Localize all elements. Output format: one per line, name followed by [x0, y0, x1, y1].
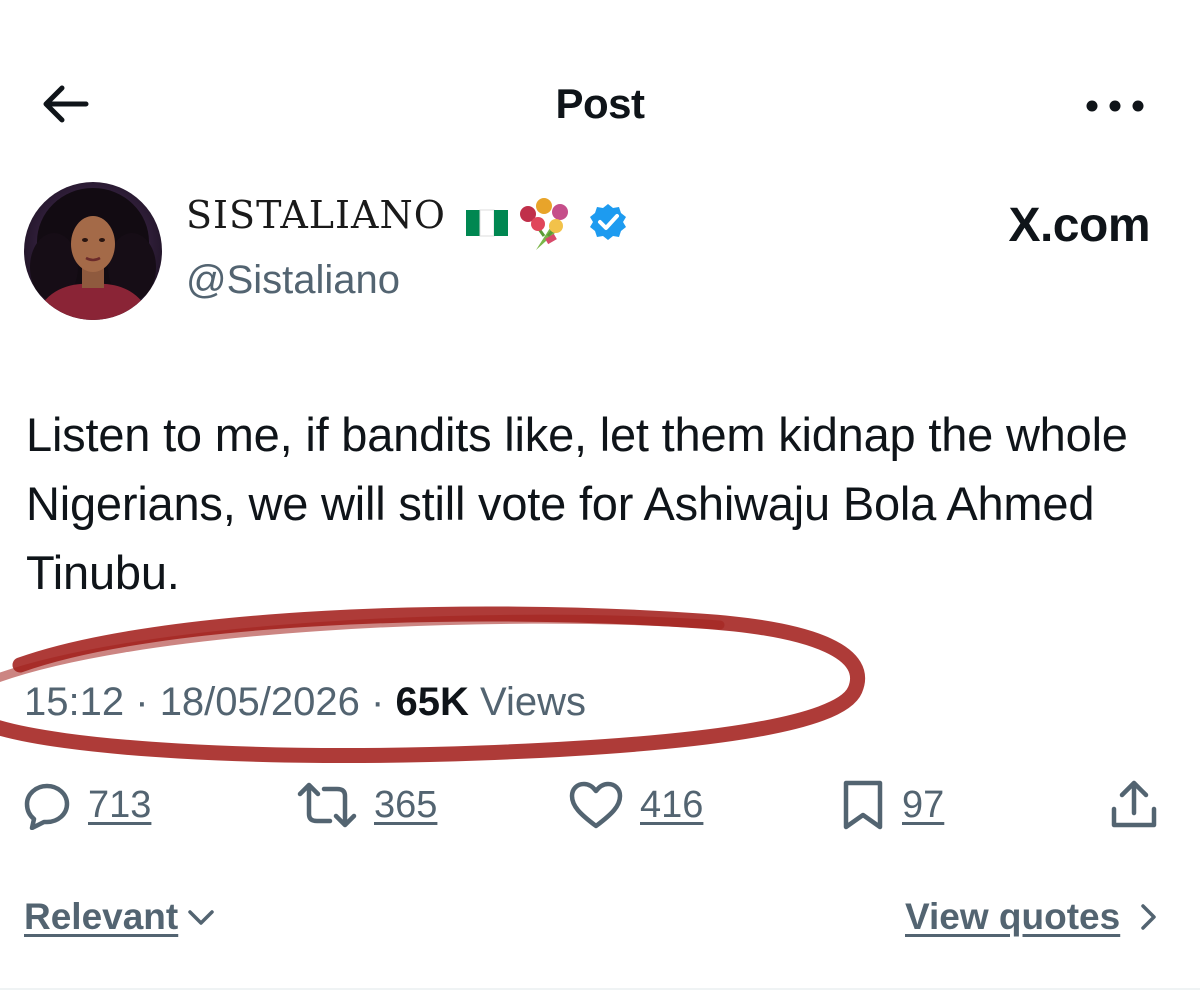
reply-button[interactable]: 713 [22, 770, 151, 840]
chevron-down-icon [188, 910, 214, 925]
reply-count[interactable]: 713 [88, 784, 151, 827]
action-bar: 713 365 416 97 [0, 770, 1200, 840]
post-page: Post SISTALIANO @Sistaliano X.com Listen… [0, 0, 1200, 995]
bookmark-count[interactable]: 97 [902, 784, 944, 827]
share-button[interactable] [1108, 770, 1160, 840]
more-options-button[interactable] [1080, 86, 1150, 126]
tweet-text: Listen to me, if bandits like, let them … [26, 408, 1128, 599]
x-com-watermark: X.com [1008, 199, 1150, 252]
repost-count[interactable]: 365 [374, 784, 437, 827]
verified-badge-icon [590, 204, 626, 240]
sort-label: Relevant [24, 896, 179, 937]
more-horizontal-icon [1086, 100, 1144, 112]
avatar[interactable] [24, 182, 162, 320]
bouquet-icon [520, 198, 568, 250]
share-icon [1111, 780, 1157, 828]
tweet-time: 15:12 [24, 680, 125, 724]
view-quotes-label: View quotes [905, 896, 1121, 937]
display-name[interactable]: SISTALIANO [186, 196, 446, 234]
sort-replies-dropdown[interactable]: Relevant [24, 896, 218, 938]
views-label: Views [479, 680, 586, 724]
views-count[interactable]: 65K [395, 680, 468, 724]
repost-icon [297, 782, 357, 828]
nigeria-flag-icon [466, 209, 508, 237]
meta-separator: · [135, 680, 149, 724]
bookmark-icon [843, 780, 883, 830]
bookmark-button[interactable]: 97 [840, 770, 944, 840]
chevron-right-icon [1141, 904, 1156, 930]
profile-photo [24, 182, 162, 320]
page-title: Post [555, 80, 645, 127]
meta-separator: · [371, 680, 385, 724]
top-bar: Post [0, 60, 1200, 150]
tweet-date: 18/05/2026 [159, 680, 360, 724]
repost-button[interactable]: 365 [296, 770, 437, 840]
tweet-meta: 15:12 · 18/05/2026 · 65K Views [24, 680, 586, 725]
user-handle[interactable]: @Sistaliano [186, 258, 400, 303]
heart-icon [569, 781, 623, 829]
name-badges [464, 192, 634, 250]
like-count[interactable]: 416 [640, 784, 703, 827]
view-quotes-link[interactable]: View quotes [905, 896, 1166, 938]
like-button[interactable]: 416 [568, 770, 703, 840]
reply-icon [24, 783, 70, 830]
divider [0, 988, 1200, 990]
